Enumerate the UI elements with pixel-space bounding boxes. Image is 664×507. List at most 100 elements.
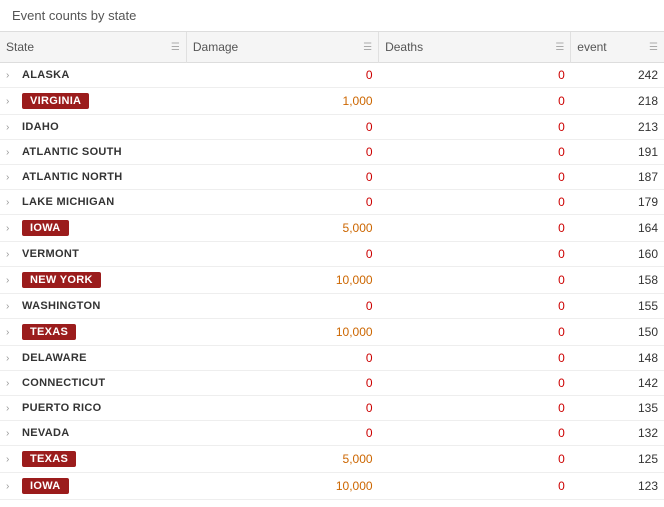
state-label: IDAHO <box>22 121 59 133</box>
damage-value: 0 <box>366 195 373 209</box>
damage-cell: 10,000 <box>186 319 378 346</box>
damage-value: 5,000 <box>343 452 373 466</box>
damage-cell: 1,000 <box>186 88 378 115</box>
expand-icon[interactable]: › <box>6 301 18 312</box>
table-row: ›NEW YORK10,0000158 <box>0 267 664 294</box>
state-label: TEXAS <box>22 451 76 467</box>
event-cell: 187 <box>571 165 664 190</box>
damage-value: 0 <box>366 351 373 365</box>
event-value: 123 <box>638 479 658 493</box>
event-value: 179 <box>638 195 658 209</box>
expand-icon[interactable]: › <box>6 275 18 286</box>
table-row: ›PUERTO RICO00135 <box>0 396 664 421</box>
deaths-cell: 0 <box>379 63 571 88</box>
damage-value: 0 <box>366 401 373 415</box>
state-label: IOWA <box>22 478 69 494</box>
expand-icon[interactable]: › <box>6 197 18 208</box>
damage-cell: 0 <box>186 371 378 396</box>
damage-value: 0 <box>366 426 373 440</box>
deaths-cell: 0 <box>379 319 571 346</box>
deaths-value: 0 <box>558 376 565 390</box>
deaths-cell: 0 <box>379 88 571 115</box>
filter-icon-damage[interactable]: ☰ <box>363 42 372 53</box>
event-value: 218 <box>638 94 658 108</box>
event-value: 150 <box>638 325 658 339</box>
expand-icon[interactable]: › <box>6 428 18 439</box>
event-value: 148 <box>638 351 658 365</box>
damage-value: 0 <box>366 247 373 261</box>
expand-icon[interactable]: › <box>6 249 18 260</box>
expand-icon[interactable]: › <box>6 378 18 389</box>
damage-cell: 0 <box>186 190 378 215</box>
damage-value: 0 <box>366 68 373 82</box>
event-value: 242 <box>638 68 658 82</box>
deaths-cell: 0 <box>379 115 571 140</box>
event-value: 142 <box>638 376 658 390</box>
col-header-event[interactable]: event ☰ <box>571 32 664 63</box>
state-label: IOWA <box>22 220 69 236</box>
state-label: NEVADA <box>22 427 69 439</box>
table-row: › IOWA 10,000 0 123 <box>0 473 664 500</box>
event-counts-panel: Event counts by state State ☰ Damage ☰ <box>0 0 664 500</box>
damage-value: 10,000 <box>336 479 373 493</box>
col-header-state[interactable]: State ☰ <box>0 32 186 63</box>
filter-icon-event[interactable]: ☰ <box>649 42 658 53</box>
event-cell: 142 <box>571 371 664 396</box>
deaths-cell: 0 <box>379 396 571 421</box>
event-cell: 242 <box>571 63 664 88</box>
deaths-cell: 0 <box>379 267 571 294</box>
deaths-value: 0 <box>558 120 565 134</box>
deaths-value: 0 <box>558 145 565 159</box>
deaths-cell: 0 <box>379 421 571 446</box>
deaths-value: 0 <box>558 68 565 82</box>
event-cell: 132 <box>571 421 664 446</box>
expand-icon[interactable]: › <box>6 481 18 492</box>
table-row: › ALASKA 0 0 242 <box>0 63 664 88</box>
table-body: ›ALASKA00242›VIRGINIA1,0000218›IDAHO0021… <box>0 63 664 500</box>
filter-icon-state[interactable]: ☰ <box>171 42 180 53</box>
col-header-damage[interactable]: Damage ☰ <box>186 32 378 63</box>
table-row: ›ATLANTIC SOUTH00191 <box>0 140 664 165</box>
deaths-value: 0 <box>558 325 565 339</box>
event-cell: 191 <box>571 140 664 165</box>
state-label: VERMONT <box>22 248 79 260</box>
expand-icon[interactable]: › <box>6 96 18 107</box>
expand-icon[interactable]: › <box>6 172 18 183</box>
state-cell: › IDAHO <box>0 115 186 140</box>
deaths-cell: 0 <box>379 346 571 371</box>
deaths-cell: 0 <box>379 242 571 267</box>
table-row: ›LAKE MICHIGAN00179 <box>0 190 664 215</box>
state-cell: ›PUERTO RICO <box>0 396 186 421</box>
state-label: ALASKA <box>22 69 70 81</box>
table-row: ›TEXAS10,0000150 <box>0 319 664 346</box>
damage-value: 0 <box>366 376 373 390</box>
col-header-deaths[interactable]: Deaths ☰ <box>379 32 571 63</box>
state-cell: › NEVADA <box>0 421 186 446</box>
event-value: 164 <box>638 221 658 235</box>
event-cell: 213 <box>571 115 664 140</box>
damage-value: 0 <box>366 145 373 159</box>
expand-icon[interactable]: › <box>6 353 18 364</box>
deaths-value: 0 <box>558 221 565 235</box>
expand-icon[interactable]: › <box>6 70 18 81</box>
filter-icon-deaths[interactable]: ☰ <box>555 42 564 53</box>
expand-icon[interactable]: › <box>6 403 18 414</box>
event-value: 125 <box>638 452 658 466</box>
damage-cell: 0 <box>186 396 378 421</box>
expand-icon[interactable]: › <box>6 454 18 465</box>
event-value: 155 <box>638 299 658 313</box>
expand-icon[interactable]: › <box>6 223 18 234</box>
deaths-value: 0 <box>558 247 565 261</box>
expand-icon[interactable]: › <box>6 147 18 158</box>
event-value: 158 <box>638 273 658 287</box>
expand-icon[interactable]: › <box>6 122 18 133</box>
deaths-cell: 0 <box>379 371 571 396</box>
damage-value: 0 <box>366 299 373 313</box>
expand-icon[interactable]: › <box>6 327 18 338</box>
event-value: 213 <box>638 120 658 134</box>
deaths-value: 0 <box>558 351 565 365</box>
damage-cell: 10,000 <box>186 473 378 500</box>
damage-cell: 5,000 <box>186 215 378 242</box>
deaths-cell: 0 <box>379 473 571 500</box>
damage-value: 0 <box>366 170 373 184</box>
